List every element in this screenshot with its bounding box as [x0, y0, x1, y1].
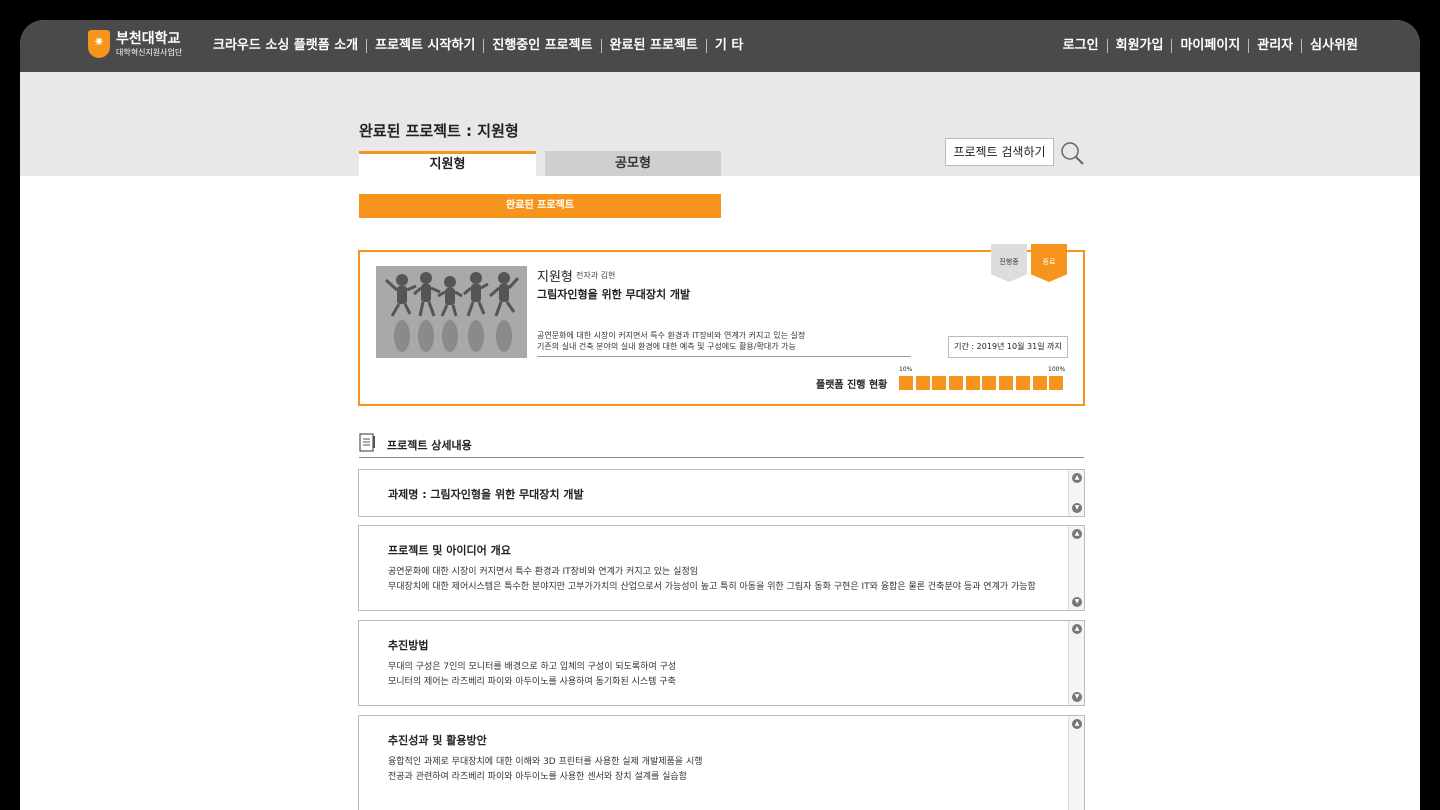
detail-box-overview: 프로젝트 및 아이디어 개요 공연문화에 대한 시장이 커지면서 특수 환경과 …	[358, 525, 1085, 611]
nav-divider	[1301, 39, 1303, 53]
progress-block	[965, 376, 980, 390]
detail-section-heading: 프로젝트 상세내용	[387, 439, 472, 452]
scrollbar[interactable]: ▲ ▼	[1068, 621, 1084, 705]
project-type-label: 지원형	[537, 270, 573, 285]
status-badge-done: 종료	[1031, 244, 1067, 282]
progress-block	[1049, 376, 1064, 390]
progress-max-label: 100%	[1048, 366, 1066, 373]
detail-box-title: 추진방법	[388, 639, 429, 652]
logo-subtitle: 대학혁신지원사업단	[116, 47, 183, 57]
scroll-up-icon[interactable]: ▲	[1072, 473, 1082, 483]
signup-link[interactable]: 회원가입	[1116, 37, 1164, 55]
detail-text-line: 공연문화에 대한 시장이 커지면서 특수 환경과 IT장비와 연계가 커지고 있…	[388, 567, 699, 577]
detail-box-project-name: 과제명 : 그림자인형을 위한 무대장치 개발 ▲ ▼	[358, 469, 1085, 517]
progress-label: 플랫폼 진행 현황	[816, 380, 888, 391]
project-department: 전자과 김현	[576, 271, 616, 280]
progress-min-label: 10%	[899, 366, 913, 373]
project-desc-line: 공연문화에 대한 시장이 커지면서 특수 환경과 IT장비와 연계가 커지고 있…	[537, 331, 806, 340]
status-badge-in-progress: 진행중	[991, 244, 1027, 282]
nav-divider	[366, 39, 368, 53]
scroll-down-icon[interactable]: ▼	[1072, 597, 1082, 607]
progress-block	[982, 376, 997, 390]
page-title: 완료된 프로젝트 : 지원형	[359, 122, 519, 140]
nav-divider	[483, 39, 485, 53]
detail-box-text: 공연문화에 대한 시장이 커지면서 특수 환경과 IT장비와 연계가 커지고 있…	[388, 565, 1036, 595]
tab-support-type[interactable]: 지원형	[359, 151, 536, 176]
completed-projects-bar[interactable]: 완료된 프로젝트	[359, 194, 721, 218]
scrollbar[interactable]: ▲ ▼	[1068, 470, 1084, 516]
progress-block	[949, 376, 964, 390]
progress-meter	[899, 376, 1066, 390]
document-icon	[359, 433, 375, 452]
detail-box-title: 추진성과 및 활용방안	[388, 734, 487, 747]
detail-box-title: 프로젝트 및 아이디어 개요	[388, 544, 511, 557]
nav-divider	[1106, 39, 1108, 53]
nav-divider	[705, 39, 707, 53]
mypage-link[interactable]: 마이페이지	[1180, 37, 1240, 55]
detail-text-line: 전공과 관련하여 라즈베리 파이와 아두이노를 사용한 센서와 장치 설계를 실…	[388, 772, 687, 782]
detail-text-line: 무대장치에 대한 제어시스템은 특수한 분야지만 고부가가치의 산업으로서 가능…	[388, 582, 1036, 592]
progress-block	[1015, 376, 1030, 390]
shadow-kids-image	[376, 266, 527, 358]
scroll-up-icon[interactable]: ▲	[1072, 529, 1082, 539]
nav-divider	[600, 39, 602, 53]
project-desc-line: 기존의 실내 건축 분야의 실내 환경에 대한 예측 및 구성에도 활용/확대가…	[537, 342, 796, 351]
project-search-button[interactable]: 프로젝트 검색하기	[945, 138, 1054, 166]
project-card[interactable]: 지원형 전자과 김현 그림자인형을 위한 무대장치 개발 공연문화에 대한 시장…	[358, 244, 1085, 406]
detail-text-line: 융합적인 과제로 무대장치에 대한 이해와 3D 프린터를 사용한 실제 개발제…	[388, 757, 703, 767]
progress-block	[915, 376, 930, 390]
section-divider	[359, 457, 1084, 458]
scrollbar[interactable]: ▲	[1068, 716, 1084, 810]
admin-link[interactable]: 관리자	[1257, 37, 1293, 55]
detail-box-title: 과제명 : 그림자인형을 위한 무대장치 개발	[388, 488, 584, 501]
search-icon[interactable]	[1060, 141, 1084, 165]
progress-block	[1032, 376, 1047, 390]
nav-divider	[1248, 39, 1250, 53]
project-thumbnail	[376, 266, 527, 358]
logo-title: 부천대학교	[116, 30, 181, 47]
login-link[interactable]: 로그인	[1063, 37, 1099, 55]
progress-block	[932, 376, 947, 390]
detail-box-text: 무대의 구성은 7인의 모니터를 배경으로 하고 입체의 구성이 되도록하여 구…	[388, 660, 676, 690]
progress-block	[999, 376, 1014, 390]
project-description: 공연문화에 대한 시장이 커지면서 특수 환경과 IT장비와 연계가 커지고 있…	[537, 330, 911, 357]
detail-text-line: 무대의 구성은 7인의 모니터를 배경으로 하고 입체의 구성이 되도록하여 구…	[388, 662, 677, 672]
scroll-up-icon[interactable]: ▲	[1072, 719, 1082, 729]
browser-frame: 부천대학교 대학혁신지원사업단 크라우드 소싱 플랫폼 소개 프로젝트 시작하기…	[20, 20, 1420, 810]
detail-box-results: 추진성과 및 활용방안 융합적인 과제로 무대장치에 대한 이해와 3D 프린터…	[358, 715, 1085, 810]
nav-ongoing-projects[interactable]: 진행중인 프로젝트	[492, 37, 592, 55]
project-period: 기간 : 2019년 10월 31일 까지	[948, 336, 1068, 358]
nav-completed-projects[interactable]: 완료된 프로젝트	[610, 37, 698, 55]
project-title[interactable]: 그림자인형을 위한 무대장치 개발	[537, 286, 690, 302]
top-navigation: 부천대학교 대학혁신지원사업단 크라우드 소싱 플랫폼 소개 프로젝트 시작하기…	[20, 20, 1420, 72]
scroll-down-icon[interactable]: ▼	[1072, 503, 1082, 513]
user-menu: 로그인 회원가입 마이페이지 관리자 심사위원	[1063, 37, 1358, 55]
nav-divider	[1171, 39, 1173, 53]
detail-box-method: 추진방법 무대의 구성은 7인의 모니터를 배경으로 하고 입체의 구성이 되도…	[358, 620, 1085, 706]
nav-platform-intro[interactable]: 크라우드 소싱 플랫폼 소개	[213, 37, 358, 55]
nav-etc[interactable]: 기 타	[715, 37, 743, 55]
tab-contest-type[interactable]: 공모형	[545, 151, 721, 176]
scrollbar[interactable]: ▲ ▼	[1068, 526, 1084, 610]
judge-link[interactable]: 심사위원	[1310, 37, 1358, 55]
nav-start-project[interactable]: 프로젝트 시작하기	[375, 37, 475, 55]
scroll-up-icon[interactable]: ▲	[1072, 624, 1082, 634]
progress-block	[899, 376, 913, 390]
detail-box-text: 융합적인 과제로 무대장치에 대한 이해와 3D 프린터를 사용한 실제 개발제…	[388, 755, 703, 785]
scroll-down-icon[interactable]: ▼	[1072, 692, 1082, 702]
detail-text-line: 모니터의 제어는 라즈베리 파이와 아두이노를 사용하여 동기화된 시스템 구축	[388, 677, 676, 687]
shield-logo-icon	[88, 30, 110, 58]
main-menu: 크라우드 소싱 플랫폼 소개 프로젝트 시작하기 진행중인 프로젝트 완료된 프…	[213, 37, 743, 55]
university-logo[interactable]: 부천대학교 대학혁신지원사업단	[88, 30, 182, 58]
